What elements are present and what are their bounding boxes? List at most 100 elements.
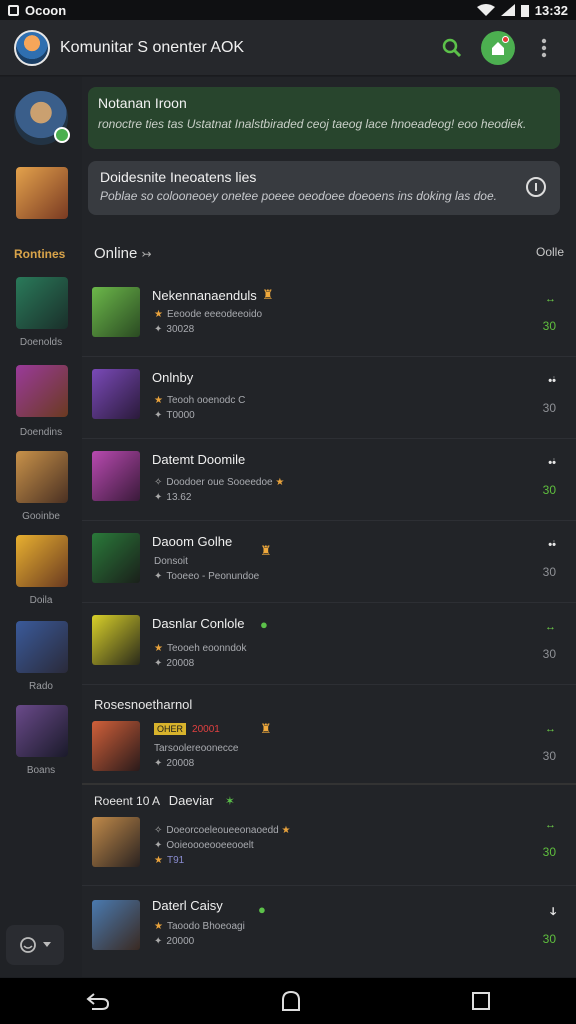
sidebar-heading: Rontines xyxy=(14,247,66,261)
friend-score: 30 xyxy=(542,932,556,946)
friend-status: Tarsoolereoonecce xyxy=(154,743,239,754)
star-icon: ★ xyxy=(154,921,163,932)
wifi-icon xyxy=(476,4,495,16)
friend-level: 30028 xyxy=(166,324,195,335)
status-tag: OHER xyxy=(154,723,187,735)
verified-icon: ● xyxy=(260,617,268,632)
star-icon: ★ xyxy=(154,855,163,866)
online-check-icon xyxy=(54,127,70,143)
rank-badge-icon: ♜ xyxy=(260,721,272,736)
status-icon: ✧ xyxy=(154,825,163,836)
sidebar-label-1: Doenolds xyxy=(19,337,63,348)
friend-name: Dasnlar Conlole xyxy=(152,616,245,631)
sidebar-label-5: Rado xyxy=(29,681,53,692)
sidebar-avatar-5[interactable] xyxy=(16,621,68,673)
friend-avatar xyxy=(92,615,140,665)
sidebar-avatar-top[interactable] xyxy=(16,167,68,219)
home-button[interactable] xyxy=(281,990,301,1012)
notifications-button[interactable] xyxy=(480,30,516,66)
friend-status: Eeoode eeeodeeoido xyxy=(166,309,263,320)
friend-name: Daoom Golhe xyxy=(152,534,233,549)
friend-row[interactable]: Rosesnoetharnol OHER 20001 ♜ Tarsoolereoo… xyxy=(82,685,576,785)
sidebar-avatar-4[interactable] xyxy=(16,535,68,587)
verified-icon: ● xyxy=(258,902,266,917)
friend-level: T0000 xyxy=(166,410,195,421)
level-icon: ✦ xyxy=(154,492,163,503)
friend-score: 30 xyxy=(542,565,556,579)
sidebar-label-4: Doila xyxy=(29,595,53,606)
app-logo[interactable] xyxy=(14,29,50,66)
friend-row[interactable]: Dasnlar Conlole ● ★ Teooeh eoonndok ✦ 2000… xyxy=(82,603,576,685)
friend-avatar xyxy=(92,287,140,337)
friend-row[interactable]: ✧ Doeorcoeleoueeonaoedd ★ ✦ Ooieoooeooeeoo… xyxy=(82,803,576,879)
star-icon: ★ xyxy=(275,477,285,488)
friend-score: 30 xyxy=(542,845,556,859)
friend-avatar xyxy=(92,533,140,583)
arrow-icon[interactable]: ↣ xyxy=(142,247,152,261)
back-button[interactable] xyxy=(86,992,110,1010)
friend-status: Teooeh eoonndok xyxy=(166,643,247,654)
sidebar-label-3: Gooinbe xyxy=(22,511,60,522)
info-icon[interactable] xyxy=(526,177,546,197)
friend-avatar xyxy=(92,900,140,950)
sidebar-avatar-1[interactable] xyxy=(16,277,68,329)
chevron-down-icon xyxy=(43,942,51,947)
notification-dot xyxy=(502,35,509,43)
activity-icon: •͘• xyxy=(548,457,556,469)
friend-row[interactable]: Daterl Caisy ● ★ Taoodo Bhoeoagi ✦ 20000 ↆ… xyxy=(82,885,576,975)
friend-row[interactable]: Datemt Doomile ✧ Doodoer oue Sooeedoe ★ ✦… xyxy=(82,439,576,521)
level-icon: ✦ xyxy=(154,324,163,335)
user-avatar[interactable] xyxy=(14,91,70,145)
level-icon: ✦ xyxy=(154,410,163,421)
friend-avatar xyxy=(92,369,140,419)
friend-row[interactable]: Onlnby ★ Teooh ooenodc C ✦ T0000 •͘• 30 xyxy=(82,357,576,439)
app-bar: Komunitar S onenter AOK xyxy=(0,20,576,76)
rank-badge-icon: ♜ xyxy=(262,287,274,302)
battery-icon xyxy=(520,4,529,17)
friend-level: 13.62 xyxy=(166,492,192,503)
online-title: Online xyxy=(94,245,138,262)
app-title: Komunitar S onenter AOK xyxy=(60,38,245,56)
main-panel: Notanan Iroon ronoctre ties tas Ustatnat… xyxy=(82,77,576,977)
sidebar-avatar-6[interactable] xyxy=(16,705,68,757)
star-icon: ★ xyxy=(154,309,163,320)
signal-icon xyxy=(500,4,515,16)
friend-status: Teooh ooenodc C xyxy=(166,395,246,406)
activity-icon: ↆ xyxy=(550,906,556,918)
system-nav-bar xyxy=(0,978,576,1024)
recents-button[interactable] xyxy=(472,992,491,1010)
activity-icon: ↔ xyxy=(545,621,556,633)
star-icon: ★ xyxy=(154,643,163,654)
more-menu-button[interactable] xyxy=(526,30,562,66)
friend-row[interactable]: Nekennanaenduls ♜ ★ Eeoode eeeodeeoido ✦ 3… xyxy=(82,275,576,357)
friend-row[interactable]: Daoom Golhe ♜ Donsoit ✦ Tooeeo - Peonundo… xyxy=(82,521,576,603)
level-icon: ✦ xyxy=(154,658,163,669)
level-icon: ✦ xyxy=(154,936,163,947)
friend-score: 30 xyxy=(542,749,556,763)
sidebar-avatar-3[interactable] xyxy=(16,451,68,503)
friend-level: 20008 xyxy=(166,758,195,769)
friend-avatar xyxy=(92,451,140,501)
info-title: Doidesnite Ineoatens lies xyxy=(100,169,257,185)
friend-status: Doodoer oue Sooeedoe xyxy=(166,477,273,488)
rank-badge-icon: ♜ xyxy=(260,543,272,558)
info-banner[interactable]: Doidesnite Ineoatens lies Poblae so colo… xyxy=(88,161,560,215)
activity-icon: ↔ xyxy=(545,819,556,831)
level-icon: ✦ xyxy=(154,758,163,769)
welcome-banner[interactable]: Notanan Iroon ronoctre ties tas Ustatnat… xyxy=(88,87,560,149)
friend-level: Tooeeo - Peonundoe xyxy=(166,571,260,582)
friend-level: 20008 xyxy=(166,658,195,669)
friend-status: Donsoit xyxy=(154,556,188,567)
status-selector-button[interactable] xyxy=(6,925,64,965)
level-icon: ✦ xyxy=(154,571,163,582)
friend-name: Rosesnoetharnol xyxy=(94,697,193,712)
sidebar-avatar-2[interactable] xyxy=(16,365,68,417)
friend-status: Doeorcoeleoueeonaoedd xyxy=(166,825,279,836)
star-icon: ★ xyxy=(154,395,163,406)
friend-name: Daterl Caisy xyxy=(152,898,223,913)
online-count: Oolle xyxy=(535,245,564,259)
sidebar-label-2: Doendins xyxy=(19,427,63,438)
status-text: Ocoon xyxy=(25,2,67,18)
search-button[interactable] xyxy=(434,30,470,66)
friend-score: 30 xyxy=(542,401,556,415)
